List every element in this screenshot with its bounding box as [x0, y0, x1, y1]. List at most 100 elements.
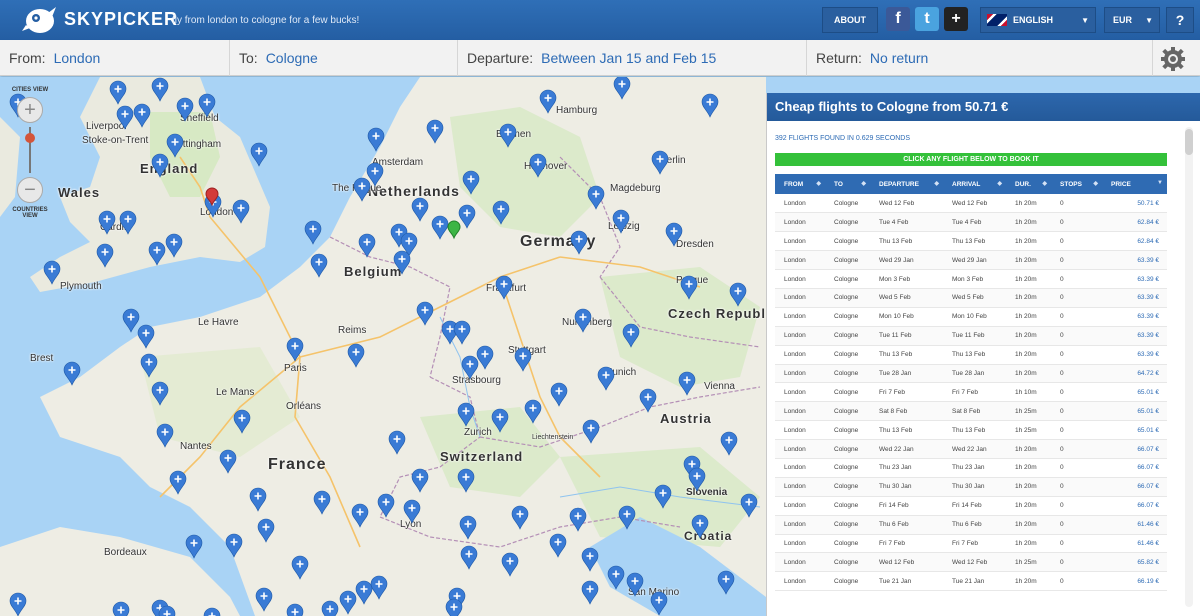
flight-row[interactable]: London Cologne Wed 12 Feb Wed 12 Feb 1h 25m 0…: [775, 552, 1167, 573]
airport-pin-icon[interactable]: [411, 468, 429, 493]
flight-row[interactable]: London Cologne Wed 22 Jan Wed 22 Jan 1h 20m 0…: [775, 439, 1167, 459]
airport-pin-icon[interactable]: [680, 275, 698, 300]
airport-pin-icon[interactable]: [122, 308, 140, 333]
airport-pin-icon[interactable]: [377, 493, 395, 518]
flight-row[interactable]: London Cologne Mon 10 Feb Mon 10 Feb 1h 20m 0…: [775, 307, 1167, 327]
airport-pin-icon[interactable]: [491, 408, 509, 433]
to-field[interactable]: To: Cologne: [230, 40, 458, 76]
airport-pin-icon[interactable]: [156, 423, 174, 448]
from-field[interactable]: From: London: [0, 40, 230, 76]
airport-pin-icon[interactable]: [321, 600, 339, 616]
airport-pin-icon[interactable]: [43, 260, 61, 285]
airport-pin-icon[interactable]: [140, 353, 158, 378]
airport-pin-icon[interactable]: [176, 97, 194, 122]
airport-pin-icon[interactable]: [717, 570, 735, 595]
airport-pin-icon[interactable]: [388, 430, 406, 455]
results-scroll-thumb[interactable]: [1185, 129, 1193, 155]
airport-pin-icon[interactable]: [570, 230, 588, 255]
airport-markers[interactable]: [0, 77, 766, 616]
airport-pin-icon[interactable]: [549, 533, 567, 558]
airport-pin-icon[interactable]: [607, 565, 625, 590]
airport-pin-icon[interactable]: [116, 105, 134, 130]
airport-pin-icon[interactable]: [185, 534, 203, 559]
to-value[interactable]: Cologne: [266, 50, 318, 66]
airport-pin-icon[interactable]: [367, 127, 385, 152]
airport-pin-icon[interactable]: [286, 337, 304, 362]
flight-row[interactable]: London Cologne Wed 29 Jan Wed 29 Jan 1h 20m 0…: [775, 250, 1167, 271]
airport-pin-icon[interactable]: [612, 209, 630, 234]
airport-pin-icon[interactable]: [729, 282, 747, 307]
airport-pin-icon[interactable]: [351, 503, 369, 528]
airport-pin-icon[interactable]: [225, 533, 243, 558]
airport-pin-icon[interactable]: [137, 324, 155, 349]
flight-row[interactable]: London Cologne Thu 13 Feb Thu 13 Feb 1h 25m 0…: [775, 420, 1167, 441]
flight-row[interactable]: London Cologne Fri 7 Feb Fri 7 Feb 1h 20m 0 61…: [775, 534, 1167, 554]
airport-pin-icon[interactable]: [550, 382, 568, 407]
airport-pin-icon[interactable]: [461, 355, 479, 380]
airport-pin-icon[interactable]: [291, 555, 309, 580]
airport-pin-icon[interactable]: [109, 80, 127, 105]
column-header-to[interactable]: TO ◆: [825, 174, 870, 194]
zoom-out-button[interactable]: −: [17, 177, 43, 203]
cities-view-label[interactable]: CITIES VIEW: [7, 87, 53, 93]
airport-pin-icon[interactable]: [476, 345, 494, 370]
airport-pin-icon[interactable]: [458, 204, 476, 229]
airport-pin-icon[interactable]: [63, 361, 81, 386]
airport-pin-icon[interactable]: [651, 150, 669, 175]
return-field[interactable]: Return: No return: [807, 40, 1153, 76]
airport-pin-icon[interactable]: [96, 243, 114, 268]
airport-pin-icon[interactable]: [151, 153, 169, 178]
flight-row[interactable]: London Cologne Thu 6 Feb Thu 6 Feb 1h 20m 0 61…: [775, 515, 1167, 535]
airport-pin-icon[interactable]: [622, 323, 640, 348]
airport-pin-icon[interactable]: [151, 77, 169, 102]
facebook-icon[interactable]: f: [886, 7, 910, 31]
airport-pin-icon[interactable]: [569, 507, 587, 532]
airport-pin-icon[interactable]: [358, 233, 376, 258]
destination-pin-icon[interactable]: [447, 220, 461, 240]
flight-row[interactable]: London Cologne Thu 13 Feb Thu 13 Feb 1h 20m 0…: [775, 345, 1167, 365]
departure-field[interactable]: Departure: Between Jan 15 and Feb 15: [458, 40, 807, 76]
gear-icon[interactable]: [1160, 46, 1186, 72]
column-header-duration[interactable]: DUR. ◆: [1006, 174, 1051, 194]
airport-pin-icon[interactable]: [539, 89, 557, 114]
airport-pin-icon[interactable]: [460, 545, 478, 570]
brand-name[interactable]: SKYPICKER: [64, 9, 178, 30]
airport-pin-icon[interactable]: [98, 210, 116, 235]
airport-pin-icon[interactable]: [524, 399, 542, 424]
zoom-slider-handle[interactable]: [25, 133, 35, 143]
googleplus-icon[interactable]: +: [944, 7, 968, 31]
airport-pin-icon[interactable]: [511, 505, 529, 530]
airport-pin-icon[interactable]: [691, 514, 709, 539]
airport-pin-icon[interactable]: [119, 210, 137, 235]
flight-row[interactable]: London Cologne Thu 30 Jan Thu 30 Jan 1h 20m 0…: [775, 477, 1167, 497]
airport-pin-icon[interactable]: [133, 103, 151, 128]
airport-pin-icon[interactable]: [250, 142, 268, 167]
airport-pin-icon[interactable]: [574, 308, 592, 333]
airport-pin-icon[interactable]: [339, 590, 357, 615]
airport-pin-icon[interactable]: [529, 153, 547, 178]
airport-pin-icon[interactable]: [232, 199, 250, 224]
column-header-price[interactable]: PRICE ▼: [1102, 174, 1167, 194]
return-value[interactable]: No return: [870, 50, 928, 66]
flight-row[interactable]: London Cologne Fri 14 Feb Fri 14 Feb 1h 20m 0…: [775, 496, 1167, 516]
airport-pin-icon[interactable]: [613, 77, 631, 100]
flight-row[interactable]: London Cologne Sat 8 Feb Sat 8 Feb 1h 25m 0 65…: [775, 401, 1167, 422]
flight-row[interactable]: London Cologne Tue 28 Jan Tue 28 Jan 1h 20m 0…: [775, 364, 1167, 384]
airport-pin-icon[interactable]: [740, 493, 758, 518]
airport-pin-icon[interactable]: [499, 123, 517, 148]
airport-pin-icon[interactable]: [665, 222, 683, 247]
airport-pin-icon[interactable]: [304, 220, 322, 245]
airport-pin-icon[interactable]: [148, 241, 166, 266]
airport-pin-icon[interactable]: [626, 572, 644, 597]
countries-view-label[interactable]: COUNTRIES VIEW: [7, 207, 53, 219]
airport-pin-icon[interactable]: [582, 419, 600, 444]
airport-pin-icon[interactable]: [403, 499, 421, 524]
airport-pin-icon[interactable]: [581, 580, 599, 605]
airport-pin-icon[interactable]: [169, 470, 187, 495]
airport-pin-icon[interactable]: [445, 598, 463, 616]
airport-pin-icon[interactable]: [151, 381, 169, 406]
airport-pin-icon[interactable]: [347, 343, 365, 368]
help-button[interactable]: ?: [1166, 7, 1194, 33]
airport-pin-icon[interactable]: [720, 431, 738, 456]
airport-pin-icon[interactable]: [233, 409, 251, 434]
